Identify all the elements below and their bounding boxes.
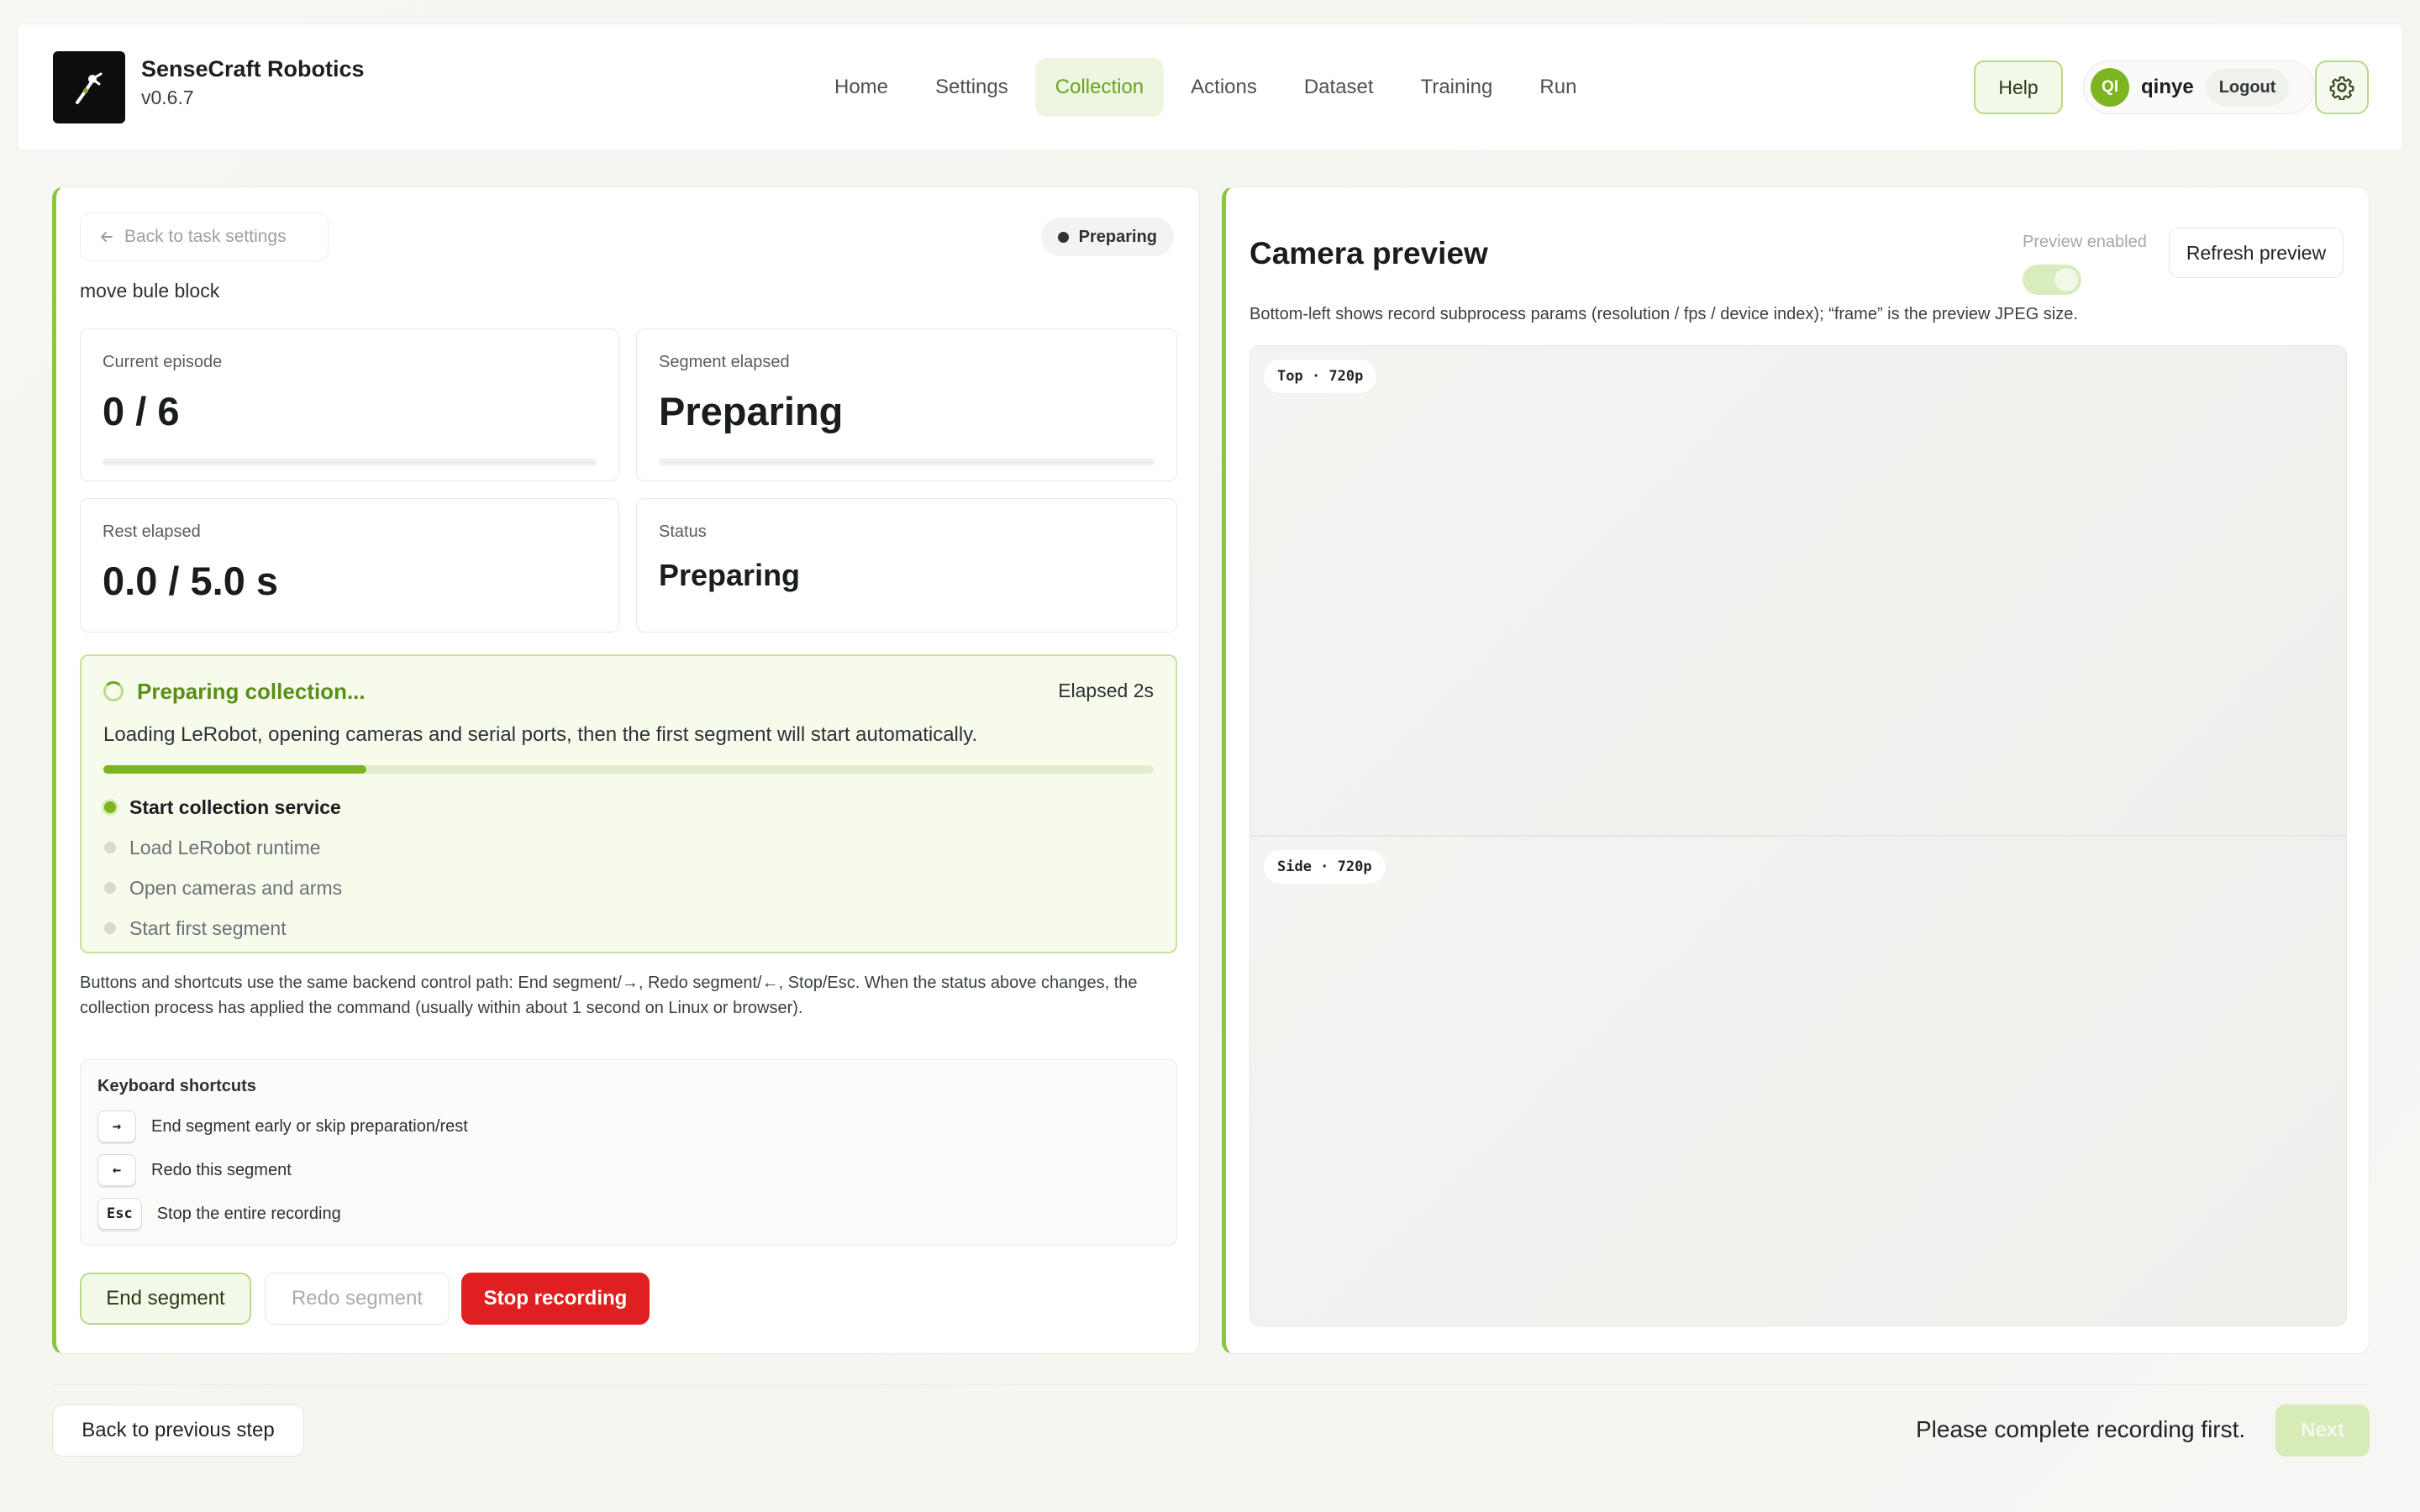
- preparing-collection-box: Preparing collection... Elapsed 2s Loadi…: [80, 654, 1177, 953]
- footer-divider: [52, 1384, 2370, 1385]
- collection-panel: Back to task settings Preparing move bul…: [52, 186, 1200, 1354]
- app-version: v0.6.7: [141, 87, 194, 108]
- shortcut-row: Esc Stop the entire recording: [97, 1198, 341, 1230]
- shortcut-row: → End segment early or skip preparation/…: [97, 1110, 468, 1142]
- rest-elapsed-label: Rest elapsed: [103, 522, 201, 541]
- shortcut-label: End segment early or skip preparation/re…: [151, 1116, 468, 1136]
- keyboard-shortcuts-box: Keyboard shortcuts → End segment early o…: [80, 1059, 1177, 1246]
- step-pending-dot-icon: [104, 882, 116, 894]
- camera-description: Bottom-left shows record subprocess para…: [1249, 305, 2078, 323]
- keyboard-shortcuts-title: Keyboard shortcuts: [97, 1077, 256, 1095]
- prep-step: Open cameras and arms: [103, 868, 342, 908]
- current-episode-label: Current episode: [103, 353, 223, 371]
- kbd-right-arrow: →: [97, 1110, 136, 1142]
- preparing-progress-fill: [103, 765, 366, 774]
- nav-training[interactable]: Training: [1401, 58, 1513, 117]
- status-badge-label: Preparing: [1078, 227, 1157, 246]
- camera-preview-panel: Camera preview Preview enabled Refresh p…: [1222, 186, 2370, 1354]
- complete-recording-message: Please complete recording first.: [1916, 1416, 2246, 1442]
- status-badge: Preparing: [1040, 218, 1174, 256]
- back-to-task-settings-label: Back to task settings: [124, 227, 287, 246]
- camera-view-top: Top · 720p: [1249, 345, 2347, 836]
- status-card: Status Preparing: [636, 498, 1177, 633]
- step-active-dot-icon: [104, 801, 116, 813]
- task-name: move bule block: [80, 280, 220, 302]
- end-segment-button[interactable]: End segment: [80, 1273, 251, 1325]
- nav-settings[interactable]: Settings: [915, 58, 1028, 117]
- step-pending-dot-icon: [104, 842, 116, 853]
- segment-elapsed-label: Segment elapsed: [659, 353, 790, 371]
- top-header: SenseCraft Robotics v0.6.7 Home Settings…: [17, 24, 2403, 151]
- preview-enabled-label: Preview enabled: [2023, 233, 2147, 251]
- prep-step-label: Open cameras and arms: [129, 876, 343, 899]
- status-dot-icon: [1057, 231, 1069, 243]
- back-to-task-settings-button[interactable]: Back to task settings: [80, 213, 329, 261]
- shortcut-label: Stop the entire recording: [156, 1204, 341, 1223]
- preparing-title: Preparing collection...: [137, 679, 366, 704]
- loading-spinner-icon: [103, 681, 124, 701]
- nav-dataset[interactable]: Dataset: [1284, 58, 1394, 117]
- prep-step: Load LeRobot runtime: [103, 827, 342, 868]
- settings-gear-button[interactable]: [2315, 60, 2369, 114]
- brand-name: SenseCraft Robotics: [141, 56, 365, 81]
- stop-recording-button[interactable]: Stop recording: [461, 1273, 650, 1325]
- step-pending-dot-icon: [104, 922, 116, 934]
- user-menu: QI qinye Logout: [2083, 60, 2315, 114]
- rest-elapsed-card: Rest elapsed 0.0 / 5.0 s: [80, 498, 619, 633]
- camera-view-side: Side · 720p: [1249, 836, 2347, 1326]
- segment-elapsed-value: Preparing: [659, 389, 844, 433]
- username: qinye: [2141, 76, 2194, 98]
- kbd-left-arrow: ←: [97, 1154, 136, 1186]
- episode-progress-bar: [103, 459, 597, 465]
- prep-step-label: Start collection service: [129, 795, 341, 818]
- prep-step-label: Load LeRobot runtime: [129, 836, 321, 858]
- app-logo: [53, 51, 125, 123]
- nav-run[interactable]: Run: [1519, 58, 1597, 117]
- preparing-progress-bar: [103, 765, 1154, 774]
- avatar: QI: [2091, 68, 2129, 107]
- preparing-elapsed: Elapsed 2s: [1058, 680, 1154, 701]
- shortcut-row: ← Redo this segment: [97, 1154, 292, 1186]
- prep-step: Start collection service: [103, 787, 342, 827]
- camera-preview-title: Camera preview: [1249, 236, 1488, 270]
- prep-step-label: Start first segment: [129, 916, 287, 939]
- kbd-esc: Esc: [97, 1198, 142, 1230]
- rest-elapsed-value: 0.0 / 5.0 s: [103, 559, 279, 603]
- camera-tag-side: Side · 720p: [1264, 850, 1386, 884]
- shortcut-label: Redo this segment: [151, 1160, 292, 1179]
- logout-button[interactable]: Logout: [2205, 69, 2290, 106]
- robot-arm-icon: [76, 72, 103, 104]
- back-to-previous-step-button[interactable]: Back to previous step: [52, 1404, 304, 1457]
- next-button[interactable]: Next: [2275, 1404, 2370, 1457]
- preview-enabled-toggle[interactable]: [2023, 265, 2081, 295]
- control-help-note: Buttons and shortcuts use the same backe…: [80, 974, 1138, 1017]
- arrow-left-icon: [101, 232, 113, 242]
- prep-step: Start first segment: [103, 908, 342, 948]
- current-episode-value: 0 / 6: [103, 389, 180, 433]
- nav-actions[interactable]: Actions: [1171, 58, 1277, 117]
- preparing-description: Loading LeRobot, opening cameras and ser…: [103, 723, 978, 746]
- nav-collection[interactable]: Collection: [1034, 58, 1165, 117]
- refresh-preview-button[interactable]: Refresh preview: [2169, 228, 2344, 278]
- current-episode-card: Current episode 0 / 6: [80, 328, 619, 481]
- toggle-knob: [2054, 268, 2078, 291]
- segment-elapsed-card: Segment elapsed Preparing: [636, 328, 1177, 481]
- segment-progress-bar: [659, 459, 1155, 465]
- help-button[interactable]: Help: [1974, 60, 2063, 114]
- gear-icon: [2329, 76, 2354, 100]
- status-value: Preparing: [659, 558, 801, 592]
- preparing-steps: Start collection service Load LeRobot ru…: [103, 787, 342, 948]
- camera-tag-top: Top · 720p: [1264, 360, 1377, 393]
- status-label: Status: [659, 522, 707, 541]
- main-nav: Home Settings Collection Actions Dataset…: [814, 58, 1597, 117]
- nav-home[interactable]: Home: [814, 58, 908, 117]
- redo-segment-button[interactable]: Redo segment: [265, 1273, 450, 1325]
